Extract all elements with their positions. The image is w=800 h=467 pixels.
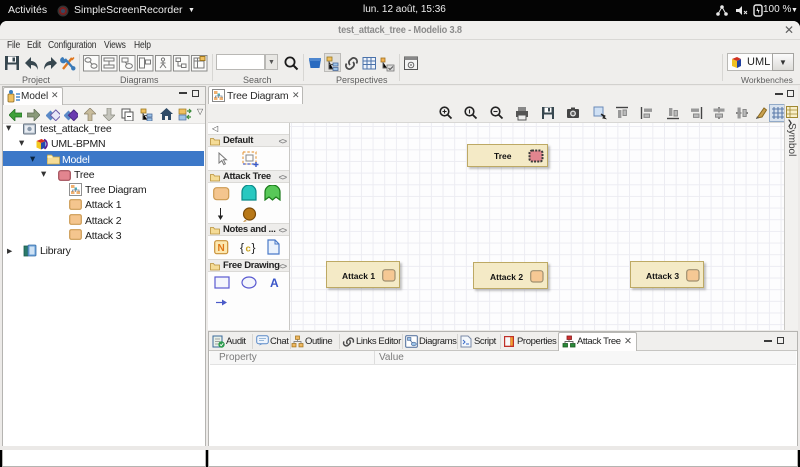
svg-text:c: c [246, 244, 251, 255]
svg-text:N: N [218, 243, 225, 254]
svg-text:{: { [240, 241, 244, 255]
svg-text:}: } [252, 241, 256, 255]
